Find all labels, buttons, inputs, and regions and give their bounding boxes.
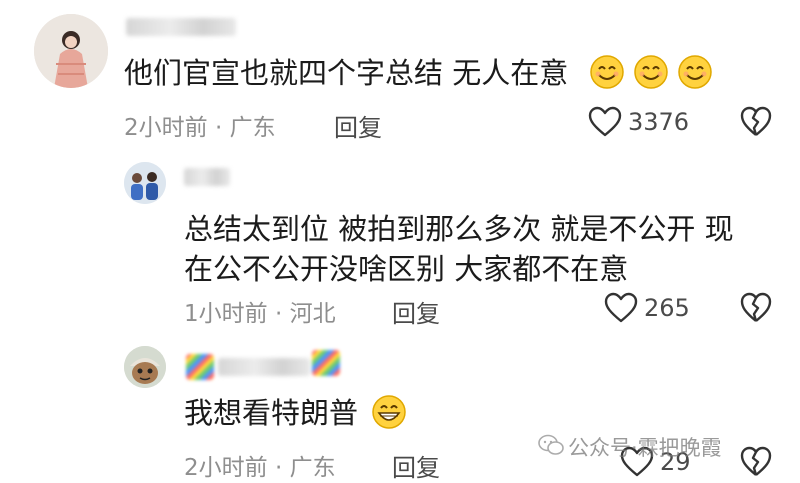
reply-button[interactable]: 回复 xyxy=(392,448,440,483)
smile-emoji-icon xyxy=(677,54,713,90)
heart-outline-icon[interactable] xyxy=(604,292,638,324)
smile-emoji-icon xyxy=(633,54,669,90)
meta-separator: · xyxy=(274,301,283,327)
reply-button[interactable]: 回复 xyxy=(334,108,382,143)
reply-comment-line2: 在公不公开没啥区别 大家都不在意 xyxy=(184,252,629,286)
comment-location: 广东 xyxy=(229,115,276,141)
broken-heart-icon[interactable] xyxy=(740,292,772,324)
comment-text: 他们官宣也就四个字总结 无人在意 xyxy=(124,54,713,92)
commenter-name-blurred[interactable] xyxy=(126,18,236,36)
reply-comment-text: 我想看特朗普 xyxy=(184,394,407,432)
broken-heart-icon[interactable] xyxy=(740,106,772,138)
like-count: 265 xyxy=(644,294,690,322)
reply-commenter-avatar[interactable] xyxy=(124,162,166,204)
reply-comment-line1: 总结太到位 被拍到那么多次 就是不公开 现 xyxy=(184,212,734,246)
comment-location: 河北 xyxy=(289,301,336,327)
comment-time: 1小时前 xyxy=(184,301,268,327)
smile-emoji-icon xyxy=(589,54,625,90)
reply-button[interactable]: 回复 xyxy=(392,294,440,329)
reply-commenter-name-blurred[interactable] xyxy=(218,358,310,376)
reply-comment-meta: 2小时前 · 广东 xyxy=(184,448,336,482)
comment-body: 我想看特朗普 xyxy=(184,396,359,430)
reply-commenter-name-blurred[interactable] xyxy=(184,168,230,186)
comment-location: 广东 xyxy=(289,455,336,481)
meta-separator: · xyxy=(274,455,283,481)
reply-commenter-avatar[interactable] xyxy=(124,346,166,388)
comment-body: 他们官宣也就四个字总结 无人在意 xyxy=(124,56,569,90)
rainbow-sticker-icon xyxy=(186,354,214,380)
comment-meta: 2小时前 · 广东 xyxy=(124,108,276,142)
watermark-text: 公众号·霖把晚霞 xyxy=(568,436,722,460)
wechat-icon xyxy=(538,434,564,455)
grin-emoji-icon xyxy=(371,394,407,430)
reply-comment-meta: 1小时前 · 河北 xyxy=(184,294,336,328)
like-count: 3376 xyxy=(628,108,690,136)
broken-heart-icon[interactable] xyxy=(740,446,772,478)
rainbow-sticker-icon xyxy=(312,350,340,376)
meta-separator: · xyxy=(214,115,223,141)
comment-time: 2小时前 xyxy=(184,455,268,481)
comment-time: 2小时前 xyxy=(124,115,208,141)
commenter-avatar[interactable] xyxy=(34,14,108,88)
heart-outline-icon[interactable] xyxy=(588,106,622,138)
